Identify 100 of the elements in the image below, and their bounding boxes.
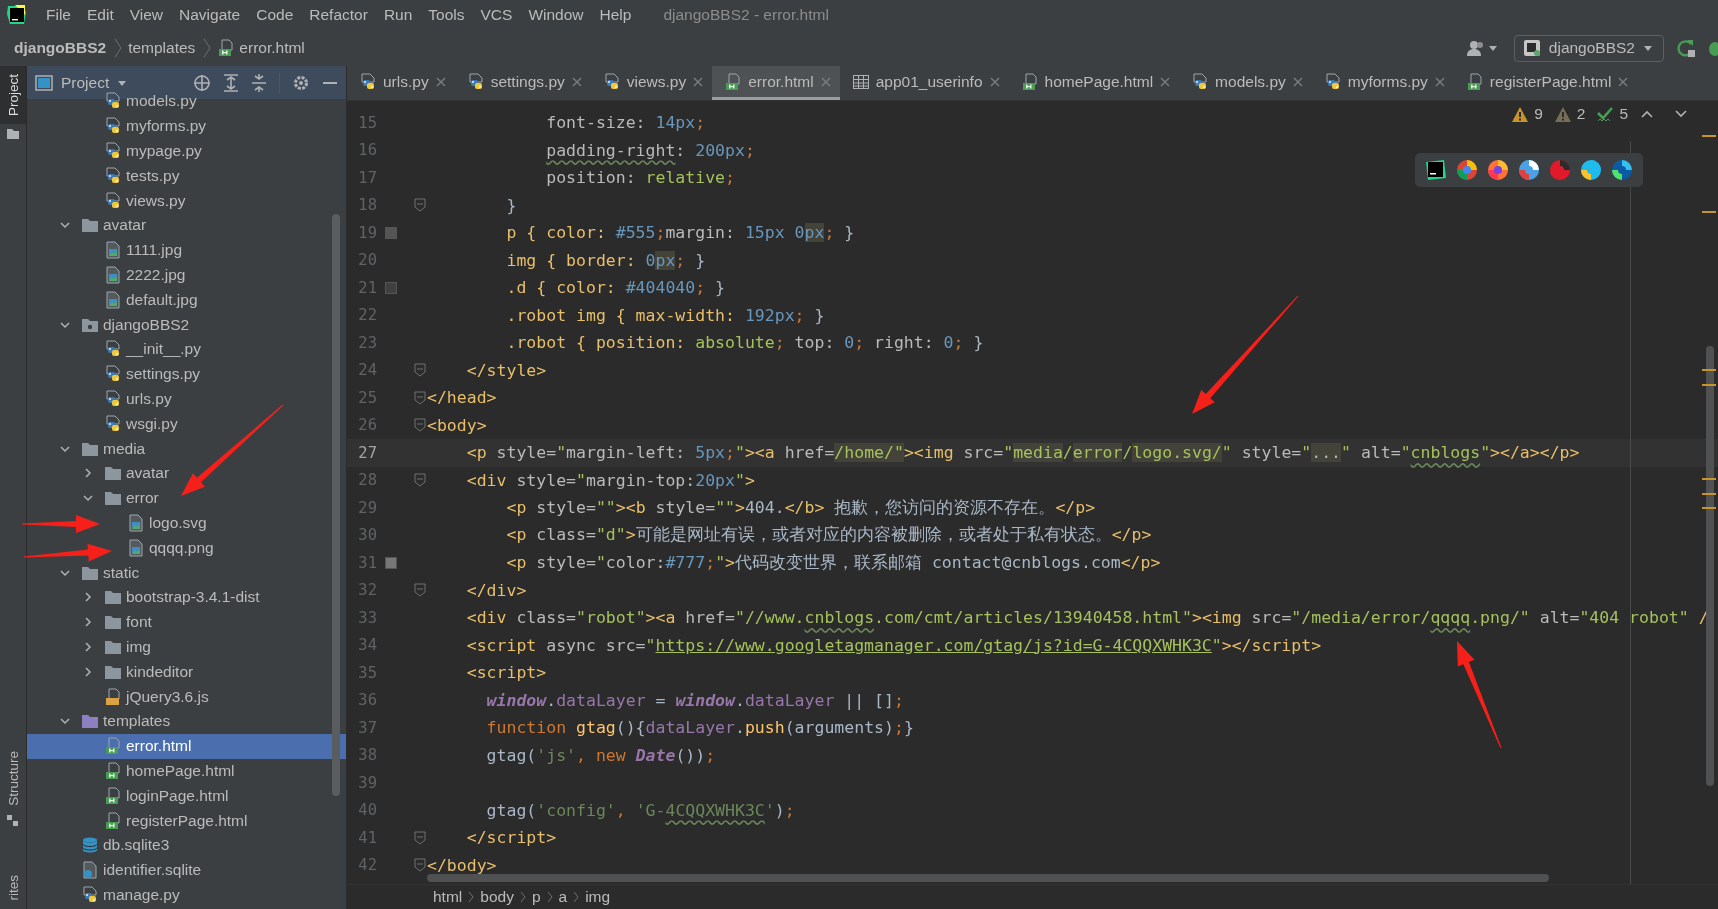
browser-icon[interactable] bbox=[1580, 159, 1602, 181]
editor-tab[interactable]: urls.py bbox=[347, 66, 455, 100]
tree-item[interactable]: settings.py bbox=[27, 361, 346, 387]
breadcrumb-item[interactable]: djangoBBS2 bbox=[14, 39, 107, 57]
menu-item[interactable]: VCS bbox=[472, 3, 521, 27]
menu-item[interactable]: View bbox=[121, 3, 172, 27]
tree-item[interactable]: identifier.sqlite bbox=[27, 857, 346, 883]
warning-marker[interactable] bbox=[1702, 493, 1716, 495]
tree-item[interactable]: font bbox=[27, 609, 346, 635]
tool-window-button[interactable]: Structure bbox=[0, 742, 26, 814]
close-icon[interactable] bbox=[988, 75, 1001, 88]
settings-icon[interactable] bbox=[292, 73, 310, 92]
close-icon[interactable] bbox=[692, 75, 705, 88]
close-icon[interactable] bbox=[434, 75, 447, 88]
menu-item[interactable]: Help bbox=[591, 3, 640, 27]
breadcrumb-item[interactable]: img bbox=[585, 888, 611, 906]
tree-item[interactable]: db.sqlite3 bbox=[27, 832, 346, 858]
scrollbar-thumb[interactable] bbox=[427, 874, 1549, 882]
browser-icon[interactable] bbox=[1611, 159, 1633, 181]
tree-item[interactable]: __init__.py bbox=[27, 336, 346, 362]
menu-item[interactable]: Window bbox=[520, 3, 592, 27]
menu-item[interactable]: Refactor bbox=[301, 3, 376, 27]
run-configuration-dropdown[interactable]: djangoBBS2 bbox=[1513, 34, 1664, 62]
breadcrumb-item[interactable]: error.html bbox=[239, 39, 305, 57]
browser-icon[interactable] bbox=[1518, 159, 1540, 181]
scrollbar-thumb[interactable] bbox=[332, 214, 340, 796]
warning-marker[interactable] bbox=[1702, 478, 1716, 480]
tree-item[interactable]: djangoBBS2 bbox=[27, 312, 346, 337]
tree-item[interactable]: logo.svg bbox=[27, 510, 346, 536]
tree-item[interactable]: registerPage.html bbox=[27, 808, 346, 833]
editor-tab[interactable]: myforms.py bbox=[1311, 66, 1454, 100]
tree-item[interactable]: error bbox=[27, 485, 346, 511]
scrollbar-thumb[interactable] bbox=[1706, 346, 1714, 786]
expand-all-icon[interactable] bbox=[223, 73, 239, 92]
tree-item[interactable]: kindeditor bbox=[27, 659, 346, 685]
fold-marker-icon[interactable] bbox=[414, 418, 426, 433]
fold-marker-icon[interactable] bbox=[414, 583, 426, 598]
editor-tab[interactable]: error.html bbox=[712, 66, 840, 100]
tree-item[interactable]: mypage.py bbox=[27, 138, 346, 164]
browser-icon[interactable] bbox=[1456, 159, 1478, 181]
fold-marker-icon[interactable] bbox=[414, 858, 426, 873]
tree-item[interactable]: homePage.html bbox=[27, 758, 346, 784]
tree-item[interactable]: bootstrap-3.4.1-dist bbox=[27, 584, 346, 610]
tree-item[interactable]: manage.py bbox=[27, 882, 346, 908]
tree-item[interactable]: static bbox=[27, 560, 346, 585]
browser-icon[interactable] bbox=[1487, 159, 1509, 181]
tree-item[interactable]: jQuery3.6.js bbox=[27, 684, 346, 709]
menu-item[interactable]: Navigate bbox=[171, 3, 249, 27]
tool-window-button[interactable]: rites bbox=[0, 867, 26, 909]
tree-item[interactable]: 2222.jpg bbox=[27, 262, 346, 288]
editor-tab[interactable]: registerPage.html bbox=[1453, 66, 1638, 100]
fold-marker-icon[interactable] bbox=[414, 363, 426, 378]
tree-item[interactable]: templates bbox=[27, 708, 346, 734]
tree-item[interactable]: media bbox=[27, 436, 346, 461]
menu-item[interactable]: Run bbox=[375, 3, 421, 27]
fold-marker-icon[interactable] bbox=[414, 390, 426, 405]
close-icon[interactable] bbox=[1617, 75, 1630, 88]
crosshair-icon[interactable] bbox=[193, 73, 211, 92]
menu-item[interactable]: Code bbox=[248, 3, 302, 27]
fold-marker-icon[interactable] bbox=[414, 198, 426, 213]
menu-item[interactable]: File bbox=[38, 3, 79, 27]
close-icon[interactable] bbox=[570, 75, 583, 88]
close-icon[interactable] bbox=[819, 75, 832, 88]
tree-item[interactable]: default.jpg bbox=[27, 287, 346, 313]
chevron-down-icon[interactable] bbox=[1674, 108, 1688, 120]
warning-marker[interactable] bbox=[1702, 369, 1716, 371]
warning-marker[interactable] bbox=[1702, 211, 1716, 213]
warning-marker[interactable] bbox=[1702, 507, 1716, 509]
editor-tab[interactable]: settings.py bbox=[454, 66, 591, 100]
tree-item[interactable]: tests.py bbox=[27, 163, 346, 189]
close-icon[interactable] bbox=[1291, 75, 1304, 88]
editor-tab[interactable]: models.py bbox=[1179, 66, 1312, 100]
menu-item[interactable]: Tools bbox=[420, 3, 473, 27]
warning-marker[interactable] bbox=[1702, 384, 1716, 386]
breadcrumb-item[interactable]: templates bbox=[128, 39, 196, 57]
tree-item[interactable]: wsgi.py bbox=[27, 411, 346, 437]
tool-window-button[interactable]: Project bbox=[0, 66, 26, 125]
breadcrumb-item[interactable]: a bbox=[558, 888, 568, 906]
editor-tab[interactable]: app01_userinfo bbox=[839, 66, 1009, 100]
fold-marker-icon[interactable] bbox=[414, 473, 426, 488]
app-logo-icon[interactable] bbox=[1425, 159, 1447, 181]
collapse-all-icon[interactable] bbox=[251, 73, 267, 92]
menu-item[interactable]: Edit bbox=[79, 3, 122, 27]
tree-item[interactable]: qqqq.png bbox=[27, 535, 346, 561]
tree-item[interactable]: avatar bbox=[27, 213, 346, 238]
breadcrumb-item[interactable]: html bbox=[433, 888, 463, 906]
tree-item[interactable]: views.py bbox=[27, 188, 346, 213]
warning-marker[interactable] bbox=[1702, 135, 1716, 137]
tree-item[interactable]: myforms.py bbox=[27, 113, 346, 139]
fold-marker-icon[interactable] bbox=[414, 830, 426, 845]
tree-item[interactable]: error.html bbox=[27, 733, 346, 759]
tree-item[interactable]: urls.py bbox=[27, 386, 346, 412]
close-icon[interactable] bbox=[1159, 75, 1172, 88]
project-view-dropdown[interactable]: Project bbox=[35, 73, 128, 92]
tree-item[interactable]: 1111.jpg bbox=[27, 237, 346, 263]
editor-tab[interactable]: views.py bbox=[590, 66, 713, 100]
breadcrumb-item[interactable]: body bbox=[480, 888, 514, 906]
chevron-up-icon[interactable] bbox=[1640, 108, 1654, 120]
close-icon[interactable] bbox=[1433, 75, 1446, 88]
editor-tab[interactable]: homePage.html bbox=[1008, 66, 1180, 100]
